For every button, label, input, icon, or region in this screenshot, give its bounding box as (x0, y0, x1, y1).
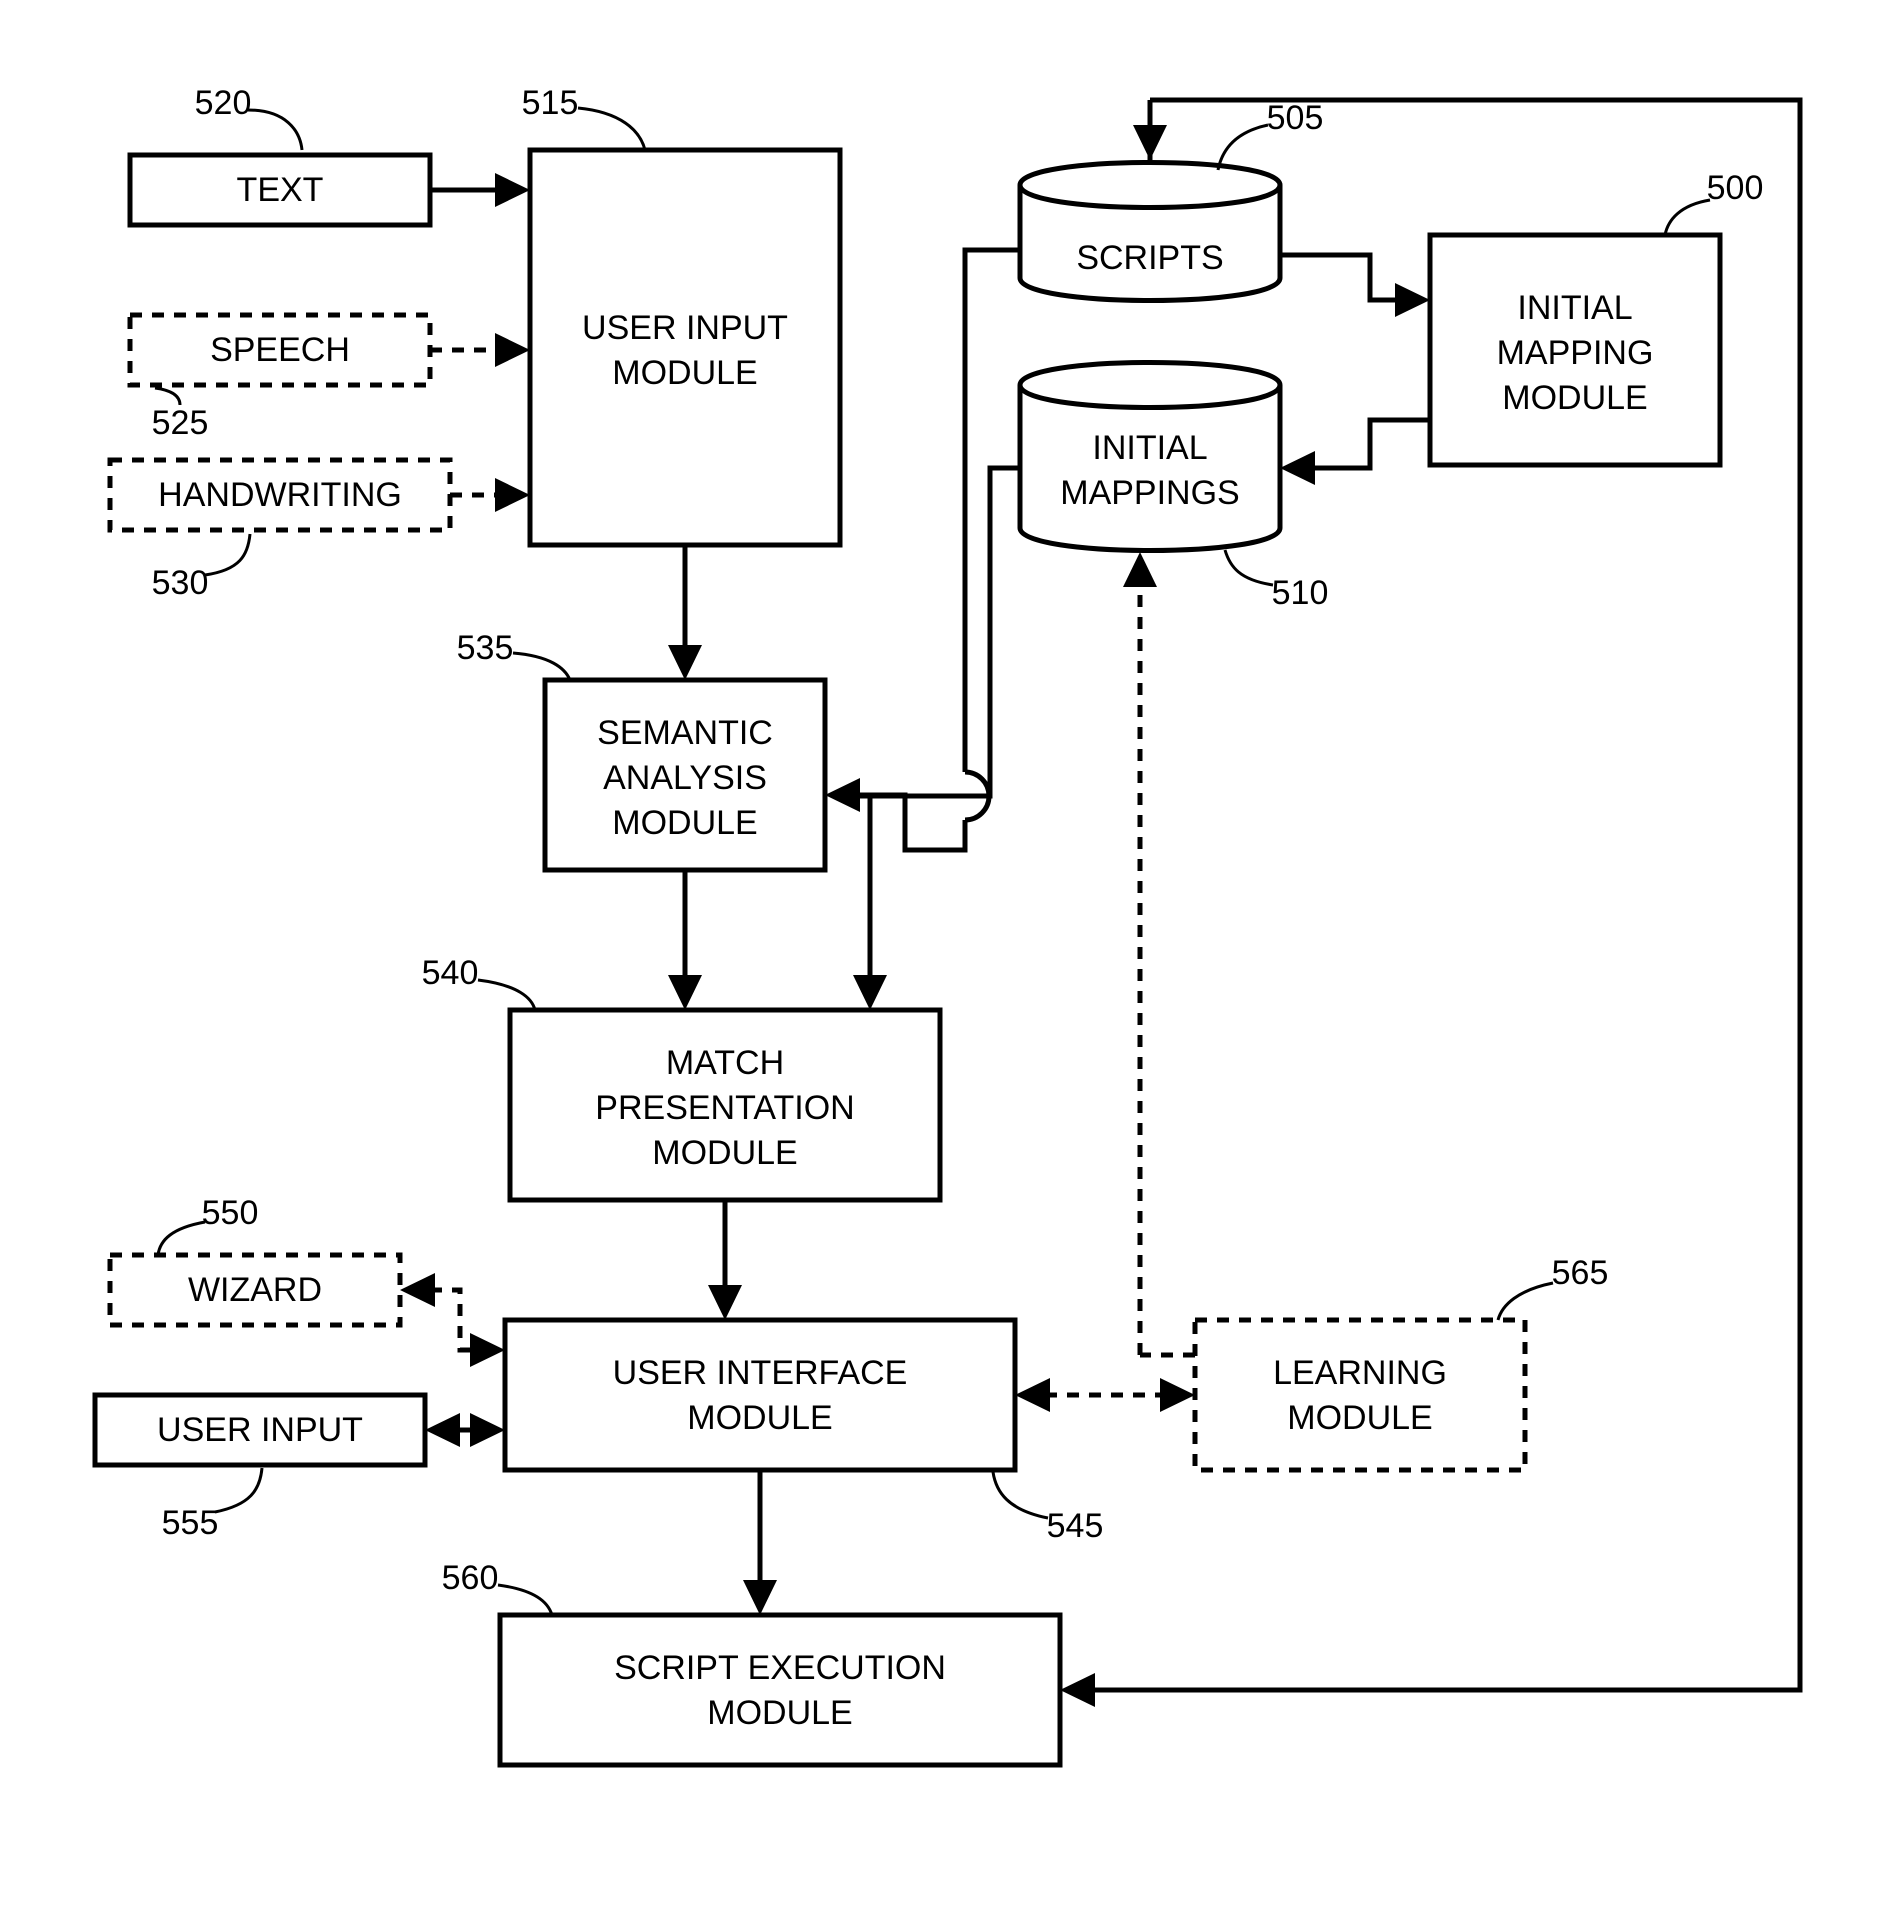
svg-text:525: 525 (152, 404, 209, 442)
diagram-canvas: TEXT SPEECH HANDWRITING USER INPUT MODUL… (0, 0, 1892, 1906)
arrow-text-to-uim (430, 173, 530, 207)
user-input-box: USER INPUT (95, 1395, 425, 1465)
user-input-label: USER INPUT (157, 1411, 363, 1449)
svg-text:530: 530 (152, 564, 209, 602)
svg-text:520: 520 (195, 84, 252, 122)
arrow-ui-learning (1015, 1378, 1195, 1412)
user-input-module-line2: MODULE (612, 354, 757, 392)
initial-mappings-cylinder: INITIAL MAPPINGS (1020, 363, 1280, 551)
arrow-mappings-to-match (853, 796, 887, 1010)
initial-mapping-module-line3: MODULE (1502, 379, 1647, 417)
ref-500: 500 (1665, 169, 1763, 235)
text-box-label: TEXT (237, 171, 324, 209)
semantic-line2: ANALYSIS (603, 759, 767, 797)
svg-text:500: 500 (1707, 169, 1764, 207)
user-input-module-box: USER INPUT MODULE (530, 150, 840, 545)
semantic-line1: SEMANTIC (597, 714, 773, 752)
wizard-box: WIZARD (110, 1255, 400, 1325)
arrow-speech-to-uim (430, 333, 530, 367)
arrow-wizard-ui (400, 1273, 505, 1367)
user-input-module-line1: USER INPUT (582, 309, 788, 347)
ref-520: 520 (195, 84, 302, 150)
arrow-ui-to-scriptexec (743, 1470, 777, 1615)
semantic-analysis-module-box: SEMANTIC ANALYSIS MODULE (545, 680, 825, 870)
svg-text:550: 550 (202, 1194, 259, 1232)
svg-text:535: 535 (457, 629, 514, 667)
svg-text:515: 515 (522, 84, 579, 122)
initial-mapping-module-box: INITIAL MAPPING MODULE (1430, 235, 1720, 465)
ref-560: 560 (442, 1559, 552, 1615)
ref-510: 510 (1225, 550, 1328, 612)
ref-555: 555 (162, 1468, 262, 1542)
arrow-mappings-to-semantic (855, 468, 1020, 796)
ref-525: 525 (152, 388, 209, 442)
text-box: TEXT (130, 155, 430, 225)
ref-505: 505 (1218, 99, 1323, 170)
ref-540: 540 (422, 954, 535, 1010)
learning-module-box: LEARNING MODULE (1195, 1320, 1525, 1470)
svg-text:510: 510 (1272, 574, 1329, 612)
ref-565: 565 (1498, 1254, 1608, 1320)
handwriting-box-label: HANDWRITING (158, 476, 402, 514)
ref-515: 515 (522, 84, 645, 150)
arrow-imm-to-mappings (1280, 420, 1430, 485)
ui-module-line2: MODULE (687, 1399, 832, 1437)
svg-text:540: 540 (422, 954, 479, 992)
match-line1: MATCH (666, 1044, 784, 1082)
initial-mapping-module-line2: MAPPING (1497, 334, 1654, 372)
initial-mappings-line1: INITIAL (1092, 429, 1207, 467)
ui-module-line1: USER INTERFACE (613, 1354, 908, 1392)
user-interface-module-box: USER INTERFACE MODULE (505, 1320, 1015, 1470)
speech-box-label: SPEECH (210, 331, 350, 369)
learning-line1: LEARNING (1273, 1354, 1447, 1392)
ref-530: 530 (152, 534, 250, 602)
initial-mapping-module-line1: INITIAL (1517, 289, 1632, 327)
ref-535: 535 (457, 629, 570, 680)
svg-text:565: 565 (1552, 1254, 1609, 1292)
arrow-semantic-to-match (668, 870, 702, 1010)
scripts-cylinder: SCRIPTS (1020, 163, 1280, 301)
learning-line2: MODULE (1287, 1399, 1432, 1437)
handwriting-box: HANDWRITING (110, 460, 450, 530)
arrow-userinput-ui (425, 1413, 505, 1447)
script-exec-line2: MODULE (707, 1694, 852, 1732)
initial-mappings-line2: MAPPINGS (1060, 474, 1239, 512)
arrow-scripts-to-imm (1280, 255, 1430, 317)
ref-550: 550 (158, 1194, 258, 1255)
arrow-uim-to-semantic (668, 545, 702, 680)
wizard-label: WIZARD (188, 1271, 322, 1309)
arrow-learning-to-mappings (1123, 552, 1195, 1355)
svg-text:505: 505 (1267, 99, 1324, 137)
semantic-line3: MODULE (612, 804, 757, 842)
speech-box: SPEECH (130, 315, 430, 385)
svg-text:555: 555 (162, 1504, 219, 1542)
scripts-label: SCRIPTS (1076, 239, 1223, 277)
match-line2: PRESENTATION (595, 1089, 854, 1127)
arrow-match-to-ui (708, 1200, 742, 1320)
svg-text:560: 560 (442, 1559, 499, 1597)
match-presentation-module-box: MATCH PRESENTATION MODULE (510, 1010, 940, 1200)
script-execution-module-box: SCRIPT EXECUTION MODULE (500, 1615, 1060, 1765)
arrow-handwriting-to-uim (450, 478, 530, 512)
ref-545: 545 (993, 1472, 1103, 1545)
svg-text:545: 545 (1047, 1507, 1104, 1545)
script-exec-line1: SCRIPT EXECUTION (614, 1649, 946, 1687)
match-line3: MODULE (652, 1134, 797, 1172)
